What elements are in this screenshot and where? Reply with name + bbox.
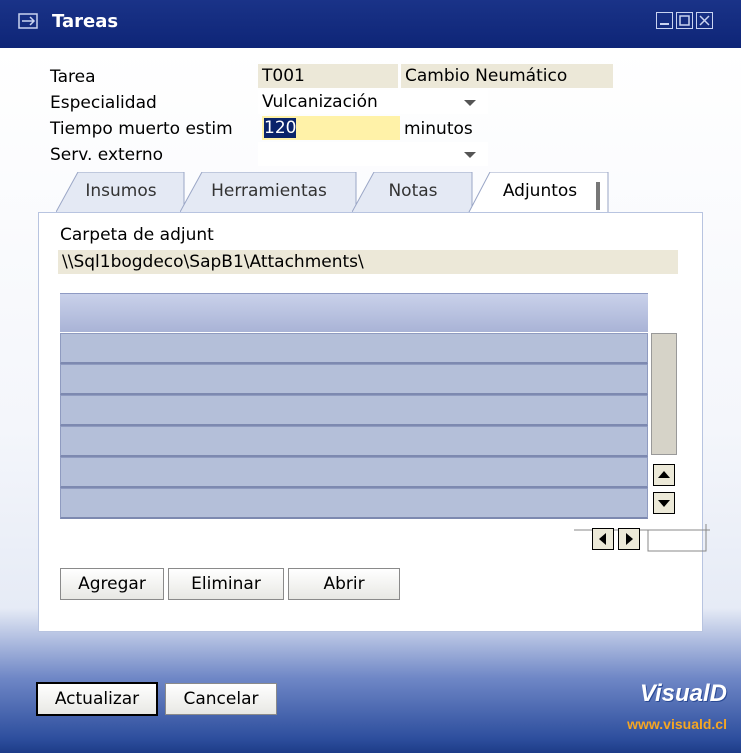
form-icon	[18, 13, 38, 29]
tab-label: Notas	[388, 181, 438, 201]
table-row[interactable]	[60, 426, 648, 457]
scrollbar-track[interactable]	[651, 333, 677, 455]
scroll-down-button[interactable]	[653, 492, 675, 514]
chevron-down-icon	[464, 100, 476, 106]
table-row[interactable]	[60, 364, 648, 395]
visuald-logo: VisualD www.visuald.cl	[590, 680, 735, 740]
tab-strip: Insumos Herramientas Notas Adjuntos	[0, 172, 741, 215]
tab-insumos[interactable]: Insumos	[56, 172, 186, 212]
tarea-code-field[interactable]: T001	[258, 64, 398, 88]
serv-externo-label: Serv. externo	[50, 145, 163, 165]
tab-label: Adjuntos	[502, 181, 578, 201]
minimize-button[interactable]	[656, 12, 673, 29]
update-button[interactable]: Actualizar	[36, 682, 158, 716]
grid-header	[60, 293, 648, 332]
tiempo-label: Tiempo muerto estim	[50, 119, 233, 139]
vertical-scrollbar[interactable]	[650, 333, 678, 523]
tareas-window: Tareas Tarea T001 Cambio Neumático Espec…	[0, 0, 741, 753]
tiempo-input[interactable]: 120	[262, 116, 400, 140]
scroll-up-button[interactable]	[653, 464, 675, 486]
chevron-down-icon	[464, 152, 476, 158]
title-bar: Tareas	[0, 0, 741, 48]
carpeta-label: Carpeta de adjunt	[60, 225, 214, 245]
maximize-button[interactable]	[676, 12, 693, 29]
arrow-right-icon	[626, 533, 633, 545]
add-button[interactable]: Agregar	[60, 568, 164, 600]
tab-notas[interactable]: Notas	[352, 172, 474, 212]
tab-adjuntos[interactable]: Adjuntos	[468, 172, 612, 214]
table-row[interactable]	[60, 395, 648, 426]
minimize-icon	[660, 23, 669, 25]
arrow-up-icon	[658, 471, 670, 478]
open-button[interactable]: Abrir	[288, 568, 400, 600]
serv-externo-dropdown[interactable]	[258, 142, 488, 166]
brand-name: VisualD	[639, 680, 727, 707]
arrow-down-icon	[658, 500, 670, 507]
tiempo-value: 120	[264, 118, 297, 138]
tarea-label: Tarea	[50, 67, 96, 87]
brand-url: www.visuald.cl	[627, 716, 727, 732]
tarea-description-field[interactable]: Cambio Neumático	[401, 64, 613, 88]
scroll-left-button[interactable]	[592, 528, 614, 550]
cancel-button[interactable]: Cancelar	[165, 683, 277, 715]
especialidad-value: Vulcanización	[262, 92, 378, 112]
carpeta-path-field[interactable]: \\Sql1bogdeco\SapB1\Attachments\	[58, 250, 678, 274]
table-row[interactable]	[60, 333, 648, 364]
table-row[interactable]	[60, 488, 648, 519]
close-icon	[699, 15, 710, 26]
scroll-right-button[interactable]	[618, 528, 640, 550]
maximize-icon	[679, 15, 690, 26]
especialidad-label: Especialidad	[50, 93, 157, 113]
arrow-left-icon	[599, 533, 606, 545]
especialidad-dropdown[interactable]: Vulcanización	[258, 90, 488, 114]
table-row[interactable]	[60, 457, 648, 488]
tab-herramientas[interactable]: Herramientas	[180, 172, 358, 212]
close-button[interactable]	[696, 12, 713, 29]
window-title: Tareas	[52, 11, 119, 32]
tab-label: Insumos	[85, 181, 157, 201]
tab-label: Herramientas	[211, 181, 327, 201]
attachments-grid	[60, 293, 648, 521]
tiempo-unit: minutos	[404, 119, 473, 139]
delete-button[interactable]: Eliminar	[168, 568, 284, 600]
